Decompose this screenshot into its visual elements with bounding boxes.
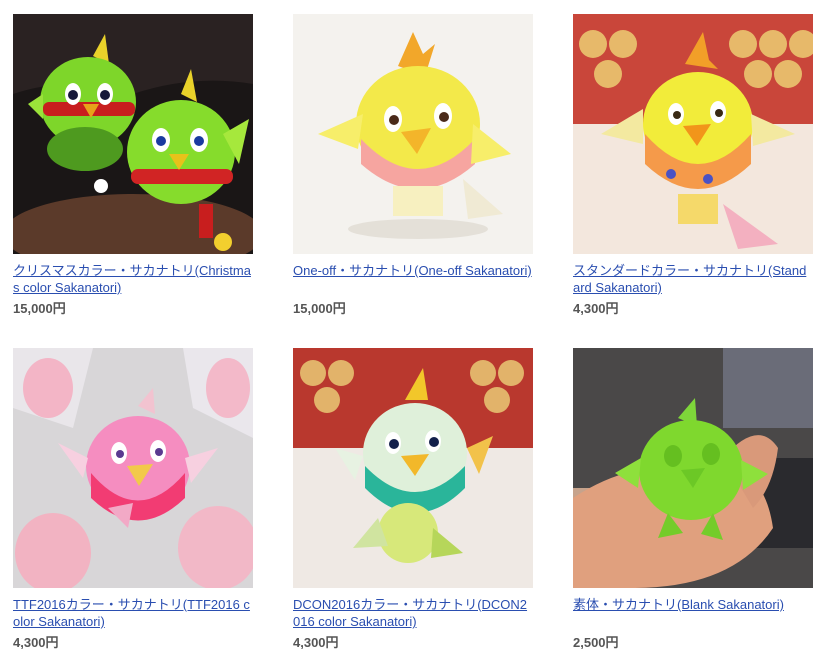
product-price: 2,500円	[573, 635, 619, 650]
product-image-link[interactable]	[13, 348, 253, 588]
product-image	[573, 348, 813, 588]
product-title-link[interactable]: TTF2016カラー・サカナトリ(TTF2016 color Sakanator…	[13, 596, 253, 630]
product-title-link[interactable]: クリスマスカラー・サカナトリ(Christmas color Sakanator…	[13, 262, 253, 296]
product-image-link[interactable]	[13, 14, 253, 254]
product-title-link[interactable]: DCON2016カラー・サカナトリ(DCON2016 color Sakanat…	[293, 596, 533, 630]
product-image-link[interactable]	[293, 14, 533, 254]
product-image	[573, 14, 813, 254]
product-image-link[interactable]	[573, 14, 813, 254]
product-price: 15,000円	[293, 301, 346, 316]
product-price: 4,300円	[293, 635, 339, 650]
product-price: 4,300円	[573, 301, 619, 316]
product-title-link[interactable]: One-off・サカナトリ(One-off Sakanatori)	[293, 262, 533, 279]
product-image-link[interactable]	[573, 348, 813, 588]
product-image-link[interactable]	[293, 348, 533, 588]
product-image	[13, 14, 253, 254]
product-grid: クリスマスカラー・サカナトリ(Christmas color Sakanator…	[0, 0, 828, 658]
product-price: 15,000円	[13, 301, 66, 316]
product-image	[13, 348, 253, 588]
product-price: 4,300円	[13, 635, 59, 650]
product-image	[293, 348, 533, 588]
product-title-link[interactable]: 素体・サカナトリ(Blank Sakanatori)	[573, 596, 813, 613]
product-title-link[interactable]: スタンダードカラー・サカナトリ(Standard Sakanatori)	[573, 262, 813, 296]
product-image	[293, 14, 533, 254]
